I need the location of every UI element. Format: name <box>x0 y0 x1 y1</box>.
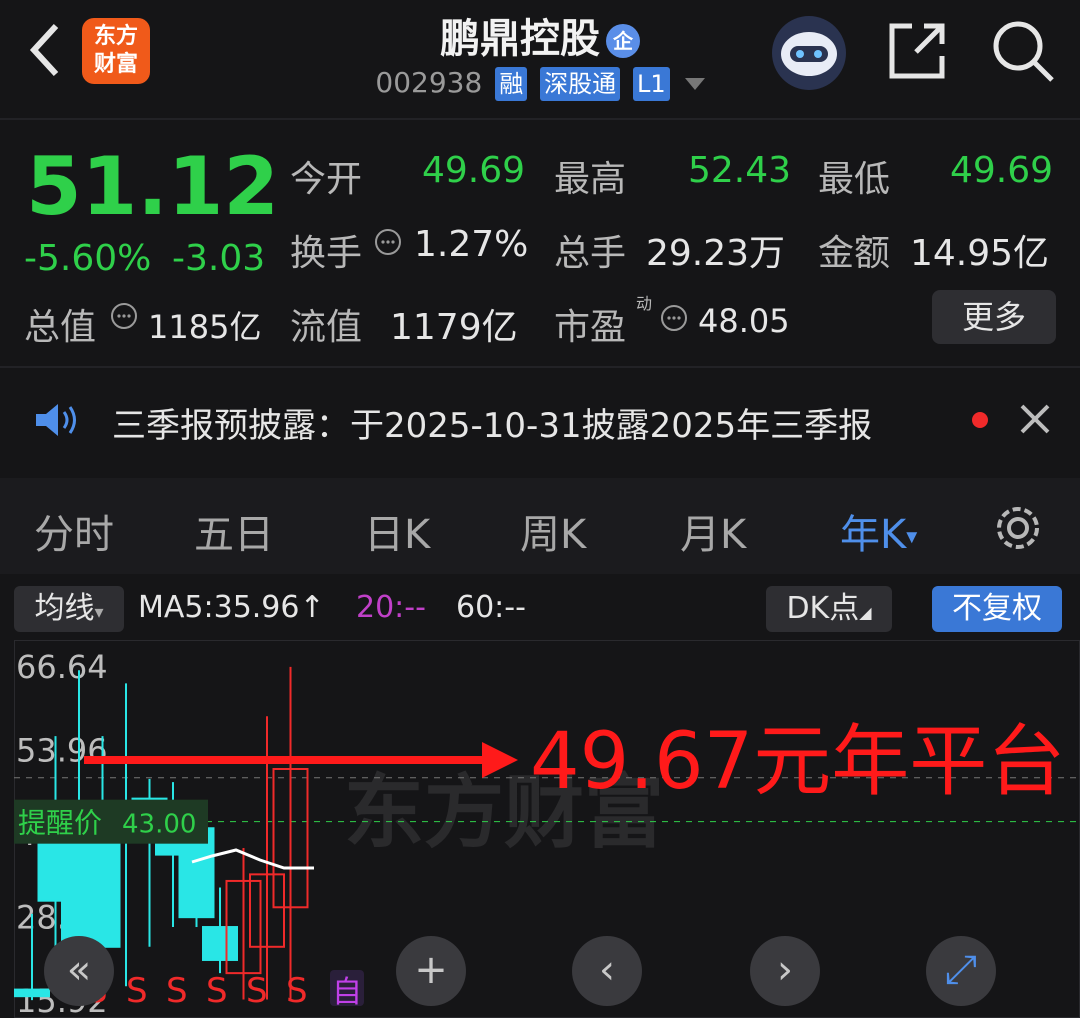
close-icon[interactable] <box>1018 402 1052 440</box>
volume-value: 29.23万 <box>646 233 786 274</box>
tag-connect: 深股通 <box>540 67 621 101</box>
ma-select[interactable]: 均线▾ <box>14 586 124 632</box>
unread-dot <box>972 412 988 428</box>
high-value: 52.43 <box>688 150 792 191</box>
volume-label: 总手 <box>554 233 627 274</box>
dropdown-icon[interactable] <box>684 78 705 90</box>
stock-code: 002938 <box>375 66 483 99</box>
signal-self-marker: 自 <box>332 975 362 1010</box>
pe-value: 48.05 <box>698 302 790 340</box>
amount-label: 金额 <box>818 233 891 274</box>
change-value: -3.03 <box>172 238 266 279</box>
notice-text[interactable]: 三季报预披露：于2025-10-31披露2025年三季报 <box>112 398 872 447</box>
alert-badge-label: 提醒价 <box>18 807 102 840</box>
settings-gear-icon[interactable] <box>990 500 1046 560</box>
tab-five-day[interactable]: 五日 <box>194 502 274 560</box>
tag-level[interactable]: L1 <box>633 67 670 101</box>
more-button[interactable]: 更多 <box>932 290 1056 344</box>
turnover-label: 换手 <box>290 233 363 274</box>
high-label: 最高 <box>554 159 627 200</box>
fullscreen-button[interactable]: ⤢ <box>926 936 996 1006</box>
scroll-left-fast-button[interactable]: « <box>44 936 114 1006</box>
tab-yearly-k[interactable]: 年K▾ <box>840 502 917 560</box>
search-icon[interactable] <box>990 18 1056 84</box>
last-price: 51.12 <box>26 140 280 233</box>
low-value: 49.69 <box>950 150 1054 191</box>
turnover-info-icon[interactable] <box>374 228 402 260</box>
assistant-robot-icon[interactable] <box>772 16 846 90</box>
tag-margin: 融 <box>495 67 528 101</box>
float-value: 1179亿 <box>390 307 518 348</box>
ma5-readout: MA5:35.96↑ <box>138 590 325 625</box>
y-tick-label: 66.64 <box>16 648 108 686</box>
signal-sell-marker: S <box>126 971 148 1011</box>
mktcap-value: 1185亿 <box>148 308 262 346</box>
signal-sell-marker: S <box>246 971 268 1011</box>
dk-point-button[interactable]: DK点◢ <box>766 586 892 632</box>
change-pct: -5.60% <box>24 238 152 279</box>
candle-body <box>202 926 238 961</box>
annotation-text: 49.67元年平台 <box>530 717 1065 807</box>
tab-monthly-k[interactable]: 月K <box>680 502 746 560</box>
float-label: 流值 <box>290 307 363 348</box>
speaker-icon <box>34 402 80 442</box>
divider <box>0 118 1080 120</box>
signal-sell-marker: S <box>286 971 308 1011</box>
share-icon[interactable] <box>886 20 948 82</box>
ma60-readout: 60:-- <box>456 590 526 625</box>
adjust-mode-button[interactable]: 不复权 <box>932 586 1062 632</box>
alert-price-value: 43.00 <box>122 810 196 840</box>
pe-dynamic-mark: 动 <box>636 294 653 313</box>
mktcap-info-icon[interactable] <box>110 302 138 334</box>
divider <box>0 366 1080 368</box>
zoom-in-button[interactable]: + <box>396 936 466 1006</box>
tab-daily-k[interactable]: 日K <box>364 502 430 560</box>
open-value: 49.69 <box>422 150 526 191</box>
ma20-readout: 20:-- <box>356 590 426 625</box>
pe-info-icon[interactable] <box>660 304 688 336</box>
open-label: 今开 <box>290 159 363 200</box>
tab-intraday[interactable]: 分时 <box>34 502 114 560</box>
candlestick-chart[interactable]: 东方财富66.6453.9641.2828.6015.92提醒价43.0049.… <box>14 640 1080 1018</box>
next-button[interactable]: › <box>750 936 820 1006</box>
tab-weekly-k[interactable]: 周K <box>520 502 586 560</box>
enterprise-badge: 企 <box>606 24 640 58</box>
turnover-value: 1.27% <box>414 224 529 265</box>
signal-sell-marker: S <box>166 971 188 1011</box>
previous-button[interactable]: ‹ <box>572 936 642 1006</box>
amount-value: 14.95亿 <box>910 233 1050 274</box>
candle-body <box>14 988 50 998</box>
low-label: 最低 <box>818 159 891 200</box>
signal-sell-marker: S <box>206 971 228 1011</box>
mktcap-label: 总值 <box>24 307 97 348</box>
pe-label: 市盈 <box>554 307 627 348</box>
candle-body <box>84 827 121 948</box>
